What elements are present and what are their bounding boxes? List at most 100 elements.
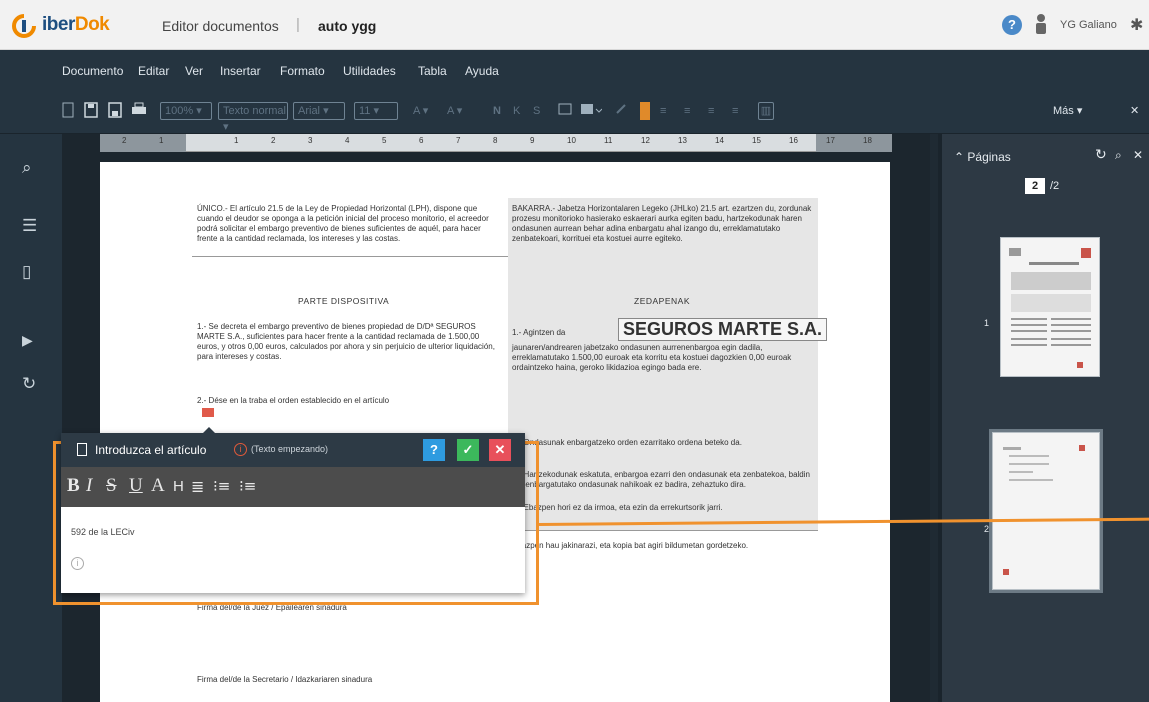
field-marker[interactable] [202, 408, 214, 417]
menu-formato[interactable]: Formato [280, 64, 325, 78]
field-marker-icon[interactable] [640, 102, 650, 120]
paragraph-1-es[interactable]: 1.- Se decreta el embargo preventivo de … [197, 322, 501, 362]
structure-icon[interactable]: ☰ [22, 216, 37, 236]
menu-documento[interactable]: Documento [62, 64, 123, 78]
menu-ver[interactable]: Ver [185, 64, 203, 78]
ruler-tick: 8 [493, 136, 498, 145]
paragraph-5-eu[interactable]: Ebazpen hau jakinarazi, eta kopia bat ag… [512, 541, 814, 551]
search-icon[interactable]: ⌕ [22, 158, 32, 178]
article-text-input[interactable]: 592 de la LECiv [71, 527, 135, 537]
play-icon[interactable]: ▶ [22, 332, 33, 349]
ruler-tick: 3 [308, 136, 313, 145]
page-thumbnail-1[interactable] [1000, 237, 1100, 377]
user-icon[interactable] [1034, 13, 1048, 35]
popup-header: Introduzca el artículo i (Texto empezand… [61, 433, 525, 467]
thumbnail-content [1009, 248, 1091, 368]
ruler-tick: 12 [641, 136, 650, 145]
heading-zedapenak[interactable]: ZEDAPENAK [634, 296, 690, 306]
table-icon[interactable] [580, 102, 603, 120]
underline-button[interactable]: U [129, 475, 143, 497]
bookmark-icon[interactable]: ▯ [22, 262, 31, 282]
close-button[interactable]: ✕ [489, 439, 511, 461]
image-icon[interactable] [558, 102, 572, 120]
menu-tabla[interactable]: Tabla [418, 64, 447, 78]
document-icon [77, 443, 87, 456]
highlight-color-icon[interactable]: A ▾ [447, 102, 471, 120]
paragraph-1-eu[interactable]: jaunaren/andrearen jabetzako ondasunen a… [512, 343, 814, 373]
left-rail: ⌕ ☰ ▯ ▶ ↻ [0, 134, 62, 702]
unordered-list-button[interactable]: ⁝≡ [239, 477, 256, 495]
align-button[interactable]: ≣ [191, 477, 204, 496]
search-pages-icon[interactable]: ⌕ [1115, 148, 1122, 163]
italic-button[interactable]: I [86, 475, 92, 497]
font-color-button[interactable]: A [151, 475, 165, 497]
refresh-icon[interactable]: ↻ [22, 374, 36, 394]
thumbnail-content [1003, 445, 1085, 575]
popup-status: (Texto empezando) [251, 444, 329, 454]
heading-button[interactable]: H [173, 478, 184, 495]
popup-format-bar: B I S U A H ≣ ⁝≡ ⁝≡ [61, 467, 525, 507]
gear-icon[interactable]: ✱ [1130, 15, 1143, 35]
intro-paragraph-eu[interactable]: BAKARRA.- Jabetza Horizontalaren Legeko … [512, 204, 814, 244]
signature-secretary[interactable]: Firma del/de la Secretario / Idazkariare… [197, 675, 372, 685]
columns-icon[interactable]: ▥ [758, 102, 774, 120]
accept-button[interactable]: ✓ [457, 439, 479, 461]
link-icon[interactable] [614, 102, 628, 120]
font-size-select[interactable]: 11 ▾ [354, 102, 398, 120]
more-dropdown[interactable]: Más ▾ [1053, 102, 1093, 120]
table-divider [508, 530, 818, 531]
app-logo[interactable]: iberDok [42, 14, 110, 36]
menu-ayuda[interactable]: Ayuda [465, 64, 499, 78]
print-icon[interactable] [131, 102, 147, 120]
align-left-icon[interactable]: ≡ [660, 102, 674, 120]
save-as-icon[interactable] [108, 102, 122, 120]
underline-icon[interactable]: S [533, 102, 543, 120]
current-page-input[interactable]: 2 [1025, 178, 1045, 194]
ruler-tick: 16 [789, 136, 798, 145]
new-document-icon[interactable] [62, 102, 74, 120]
close-toolbar-icon[interactable]: ✕ [1130, 102, 1140, 120]
ordered-list-button[interactable]: ⁝≡ [213, 477, 230, 495]
menu-editar[interactable]: Editar [138, 64, 169, 78]
user-name[interactable]: YG Galiano [1060, 19, 1117, 31]
paragraph-2-eu[interactable]: 2.- Ondasunak enbargatzeko orden ezarrit… [512, 438, 814, 448]
top-bar: iberDok Editor documentos | auto ygg ? Y… [0, 0, 1149, 50]
help-button[interactable]: ? [423, 439, 445, 461]
font-select[interactable]: Arial ▾ [293, 102, 345, 120]
info-icon[interactable]: i [234, 443, 247, 456]
menu-insertar[interactable]: Insertar [220, 64, 261, 78]
align-center-icon[interactable]: ≡ [684, 102, 698, 120]
bold-icon[interactable]: N [493, 102, 503, 120]
pages-panel-title[interactable]: ⌃ Páginas [954, 150, 1011, 164]
align-justify-icon[interactable]: ≡ [732, 102, 746, 120]
menu-utilidades[interactable]: Utilidades [343, 64, 396, 78]
style-select[interactable]: Texto normal ▾ [218, 102, 288, 133]
paragraph-2-es[interactable]: 2.- Dése en la traba el orden establecid… [197, 396, 501, 406]
ruler-tick: 14 [715, 136, 724, 145]
paragraph-1-eu-prefix[interactable]: 1.- Agintzen da [512, 328, 612, 338]
app-title: Editor documentos [162, 18, 279, 34]
intro-paragraph-es[interactable]: ÚNICO.- El artículo 21.5 de la Ley de Pr… [197, 204, 501, 244]
refresh-thumbs-icon[interactable]: ↻ [1095, 146, 1107, 163]
ruler-tick: 17 [826, 136, 835, 145]
heading-parte-dispositiva[interactable]: PARTE DISPOSITIVA [298, 296, 389, 306]
strikethrough-button[interactable]: S [106, 475, 117, 497]
company-name-field[interactable]: SEGUROS MARTE S.A. [618, 318, 828, 341]
ruler-tick: 18 [863, 136, 872, 145]
align-right-icon[interactable]: ≡ [708, 102, 722, 120]
info-icon[interactable]: i [71, 557, 84, 570]
paragraph-4-eu[interactable]: 4.- Ebazpen hori ez da irmoa, eta ezin d… [512, 503, 814, 513]
page-thumbnail-2[interactable] [989, 429, 1103, 593]
help-icon[interactable]: ? [1002, 15, 1022, 35]
bold-button[interactable]: B [67, 475, 80, 497]
zoom-select[interactable]: 100% ▾ [160, 102, 212, 120]
ruler-tick: 15 [752, 136, 761, 145]
italic-icon[interactable]: K [513, 102, 523, 120]
font-color-icon[interactable]: A ▾ [413, 102, 437, 120]
ruler-tick: 1 [234, 136, 239, 145]
document-name[interactable]: auto ygg [318, 18, 376, 34]
save-icon[interactable] [84, 102, 98, 120]
ruler-tick: 13 [678, 136, 687, 145]
paragraph-3-eu[interactable]: 3.- Hartzekodunak eskatuta, enbargoa eza… [512, 470, 814, 490]
close-panel-icon[interactable]: ✕ [1133, 148, 1143, 162]
